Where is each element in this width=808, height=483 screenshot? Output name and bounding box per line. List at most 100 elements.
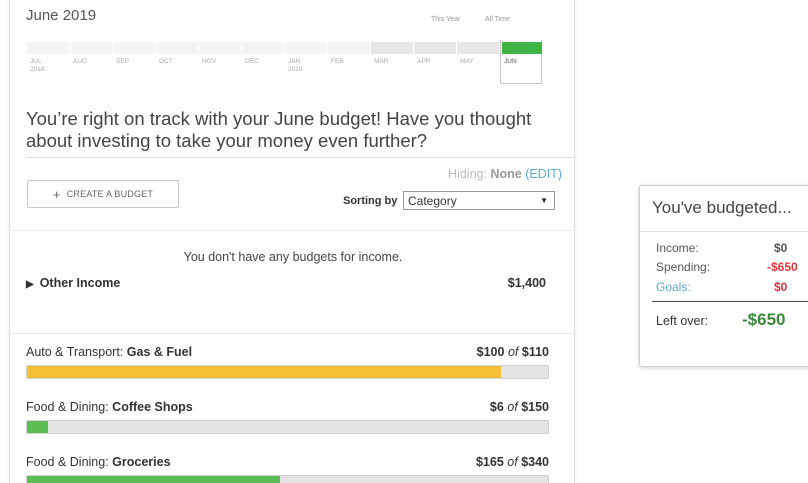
timeline-month-label: FEB [331, 58, 344, 65]
budget-category: Food & Dining: [26, 400, 109, 414]
timeline-month-jul[interactable]: JUL 2018 [27, 40, 69, 84]
timeline-month-label: APR [417, 58, 431, 65]
timeline-month-label: JUL [30, 58, 42, 65]
hiding-edit-link[interactable]: (EDIT) [525, 167, 562, 181]
budget-progress-track [26, 420, 549, 434]
budget-of: of [507, 345, 519, 359]
timeline-month-label: DEC [245, 58, 259, 65]
budget-subcategory: Gas & Fuel [126, 345, 193, 359]
budget-amount: $100 of $110 [477, 345, 549, 359]
timeline-bar [113, 42, 155, 54]
create-budget-label: CREATE A BUDGET [66, 189, 154, 199]
budget-total: $340 [521, 455, 549, 469]
divider [640, 231, 808, 232]
timeline-bar [27, 42, 69, 54]
other-income-label: Other Income [39, 276, 121, 290]
budget-progress-track [26, 365, 549, 379]
plus-icon: + [52, 186, 61, 202]
summary-left-over-value: -$650 [742, 310, 786, 329]
budget-spent: $100 [476, 345, 505, 359]
summary-spending-row: Spending: -$650 [656, 260, 806, 274]
budget-summary-card: You've budgeted... Income: $0 Spending: … [639, 185, 808, 367]
range-this-year[interactable]: This Year [431, 16, 460, 23]
timeline-year-label: 2019 [288, 66, 303, 73]
budget-category: Food & Dining: [26, 455, 109, 469]
timeline-month-feb[interactable]: FEB [328, 40, 370, 84]
timeline-bar [328, 42, 370, 54]
timeline-month-aug[interactable]: AUG [70, 40, 112, 84]
budget-subcategory: Groceries [112, 455, 171, 469]
timeline-bar [414, 42, 456, 54]
timeline-bar [156, 42, 198, 54]
hiding-value: None [490, 167, 522, 181]
timeline-month-sep[interactable]: SEP [113, 40, 155, 84]
month-timeline: JUL 2018 AUG SEP OCT NOV DEC JAN 2019 FEB MAR APR MA… [27, 40, 555, 86]
timeline-month-label: JUN [504, 58, 517, 65]
timeline-month-jan[interactable]: JAN 2019 [285, 40, 327, 84]
other-income-toggle[interactable]: ▶ Other Income [26, 276, 120, 290]
hiding-filter: Hiding: None (EDIT) [448, 167, 562, 181]
budget-total: $110 [521, 345, 549, 359]
budget-subcategory: Coffee Shops [112, 400, 193, 414]
timeline-bar [199, 42, 241, 54]
timeline-bar [457, 42, 499, 54]
summary-left-over-label: Left over: [656, 314, 709, 328]
summary-goals-value: $0 [774, 280, 788, 294]
budget-name: Auto & Transport: Gas & Fuel [26, 345, 192, 359]
divider [652, 301, 808, 302]
divider [10, 230, 574, 231]
dropdown-arrow-icon: ▼ [540, 196, 548, 205]
sorting-select[interactable]: Category ▼ [403, 191, 555, 210]
month-title: June 2019 [26, 7, 97, 24]
budget-name: Food & Dining: Groceries [26, 455, 171, 469]
hiding-label: Hiding: [448, 167, 487, 181]
summary-income-value: $0 [774, 241, 788, 255]
no-income-budgets-text: You don't have any budgets for income. [183, 250, 403, 264]
budget-progress-fill [27, 421, 48, 433]
timeline-month-may[interactable]: MAY [457, 40, 499, 84]
divider [10, 333, 574, 334]
budget-panel: June 2019 This Year All Time JUL 2018 AUG S… [9, 0, 575, 483]
timeline-bar [285, 42, 327, 54]
timeline-bar [242, 42, 284, 54]
budget-of: of [507, 455, 518, 469]
timeline-month-oct[interactable]: OCT [156, 40, 198, 84]
timeline-month-dec[interactable]: DEC [242, 40, 284, 84]
timeline-month-mar[interactable]: MAR [371, 40, 413, 84]
budget-category: Auto & Transport: [26, 345, 124, 359]
timeline-month-jun[interactable]: JUN [500, 40, 542, 84]
budget-amount: $6 of $150 [490, 400, 549, 414]
timeline-bar [371, 42, 413, 54]
timeline-month-label: NOV [202, 58, 217, 65]
budget-progress-fill [27, 366, 501, 378]
summary-income-row: Income: $0 [656, 241, 806, 255]
summary-goals-link[interactable]: Goals: [656, 280, 691, 294]
sorting-selected: Category [408, 194, 457, 208]
timeline-year-label: 2018 [30, 66, 45, 73]
budget-progress-track [26, 475, 549, 483]
timeline-month-nov[interactable]: NOV [199, 40, 241, 84]
timeline-month-label: MAY [460, 58, 474, 65]
summary-goals-row: Goals: $0 [656, 280, 806, 294]
timeline-month-apr[interactable]: APR [414, 40, 456, 84]
summary-income-label: Income: [656, 241, 699, 255]
budget-headline: You’re right on track with your June bud… [26, 108, 532, 151]
budget-total: $150 [521, 400, 549, 414]
budget-name: Food & Dining: Coffee Shops [26, 400, 193, 414]
budget-progress-fill [27, 476, 280, 483]
range-all-time[interactable]: All Time [485, 16, 510, 23]
timeline-month-label: SEP [116, 58, 130, 65]
timeline-bar [502, 42, 542, 54]
budget-amount: $165 of $340 [476, 455, 549, 469]
divider [26, 157, 574, 158]
timeline-month-label: JAN [288, 58, 301, 65]
timeline-bar [70, 42, 112, 54]
budget-spent: $6 [489, 400, 504, 414]
timeline-month-label: OCT [159, 58, 173, 65]
budget-spent: $165 [475, 455, 504, 469]
create-budget-button[interactable]: + CREATE A BUDGET [27, 180, 179, 208]
budget-of: of [507, 400, 518, 414]
other-income-amount: $1,400 [507, 276, 546, 290]
summary-title: You've budgeted... [652, 198, 792, 217]
sorting-label: Sorting by [343, 195, 398, 207]
